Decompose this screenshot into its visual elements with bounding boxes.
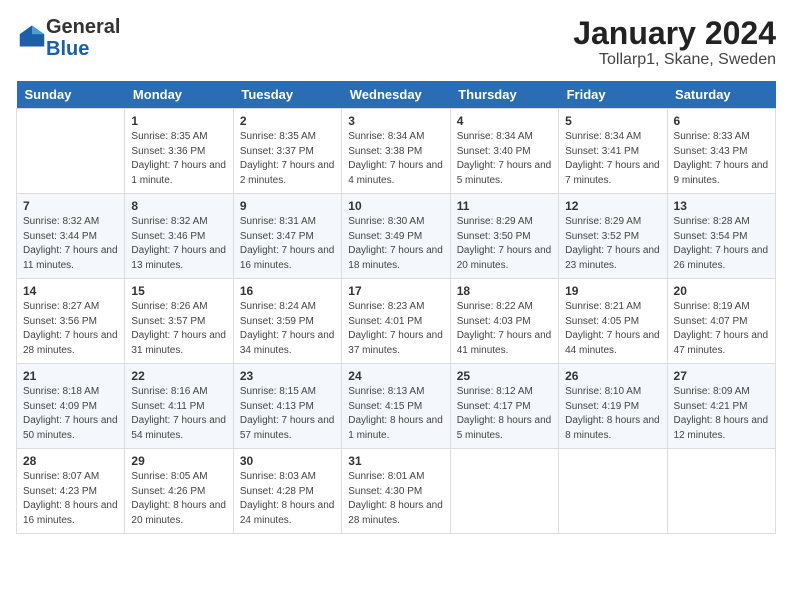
cell-week5-day6 <box>667 449 775 534</box>
cell-week1-day0 <box>17 109 125 194</box>
cell-week4-day6: 27 Sunrise: 8:09 AM Sunset: 4:21 PM Dayl… <box>667 364 775 449</box>
cell-week5-day0: 28 Sunrise: 8:07 AM Sunset: 4:23 PM Dayl… <box>17 449 125 534</box>
calendar-table: Sunday Monday Tuesday Wednesday Thursday… <box>16 81 776 534</box>
cell-week1-day3: 3 Sunrise: 8:34 AM Sunset: 3:38 PM Dayli… <box>342 109 450 194</box>
header-wednesday: Wednesday <box>342 81 450 109</box>
cell-week4-day0: 21 Sunrise: 8:18 AM Sunset: 4:09 PM Dayl… <box>17 364 125 449</box>
cell-week4-day2: 23 Sunrise: 8:15 AM Sunset: 4:13 PM Dayl… <box>233 364 341 449</box>
cell-week4-day3: 24 Sunrise: 8:13 AM Sunset: 4:15 PM Dayl… <box>342 364 450 449</box>
cell-week5-day2: 30 Sunrise: 8:03 AM Sunset: 4:28 PM Dayl… <box>233 449 341 534</box>
cell-week2-day2: 9 Sunrise: 8:31 AM Sunset: 3:47 PM Dayli… <box>233 194 341 279</box>
weekday-header-row: Sunday Monday Tuesday Wednesday Thursday… <box>17 81 776 109</box>
cell-week2-day6: 13 Sunrise: 8:28 AM Sunset: 3:54 PM Dayl… <box>667 194 775 279</box>
week-row-5: 28 Sunrise: 8:07 AM Sunset: 4:23 PM Dayl… <box>17 449 776 534</box>
cell-week2-day1: 8 Sunrise: 8:32 AM Sunset: 3:46 PM Dayli… <box>125 194 233 279</box>
cell-week4-day5: 26 Sunrise: 8:10 AM Sunset: 4:19 PM Dayl… <box>559 364 667 449</box>
cell-week1-day4: 4 Sunrise: 8:34 AM Sunset: 3:40 PM Dayli… <box>450 109 558 194</box>
calendar-title: January 2024 <box>573 16 776 51</box>
page-header: General Blue January 2024 Tollarp1, Skan… <box>16 16 776 69</box>
week-row-2: 7 Sunrise: 8:32 AM Sunset: 3:44 PM Dayli… <box>17 194 776 279</box>
logo-blue-text: Blue <box>46 38 89 60</box>
cell-week3-day3: 17 Sunrise: 8:23 AM Sunset: 4:01 PM Dayl… <box>342 279 450 364</box>
cell-week2-day3: 10 Sunrise: 8:30 AM Sunset: 3:49 PM Dayl… <box>342 194 450 279</box>
week-row-1: 1 Sunrise: 8:35 AM Sunset: 3:36 PM Dayli… <box>17 109 776 194</box>
cell-week1-day1: 1 Sunrise: 8:35 AM Sunset: 3:36 PM Dayli… <box>125 109 233 194</box>
title-block: January 2024 Tollarp1, Skane, Sweden <box>573 16 776 69</box>
cell-week1-day2: 2 Sunrise: 8:35 AM Sunset: 3:37 PM Dayli… <box>233 109 341 194</box>
logo: General Blue <box>16 16 120 60</box>
header-sunday: Sunday <box>17 81 125 109</box>
cell-week4-day1: 22 Sunrise: 8:16 AM Sunset: 4:11 PM Dayl… <box>125 364 233 449</box>
cell-week2-day4: 11 Sunrise: 8:29 AM Sunset: 3:50 PM Dayl… <box>450 194 558 279</box>
calendar-subtitle: Tollarp1, Skane, Sweden <box>573 51 776 69</box>
header-tuesday: Tuesday <box>233 81 341 109</box>
cell-week1-day5: 5 Sunrise: 8:34 AM Sunset: 3:41 PM Dayli… <box>559 109 667 194</box>
cell-week3-day6: 20 Sunrise: 8:19 AM Sunset: 4:07 PM Dayl… <box>667 279 775 364</box>
cell-week5-day3: 31 Sunrise: 8:01 AM Sunset: 4:30 PM Dayl… <box>342 449 450 534</box>
header-saturday: Saturday <box>667 81 775 109</box>
cell-week4-day4: 25 Sunrise: 8:12 AM Sunset: 4:17 PM Dayl… <box>450 364 558 449</box>
logo-general-text: General <box>46 16 120 38</box>
cell-week2-day5: 12 Sunrise: 8:29 AM Sunset: 3:52 PM Dayl… <box>559 194 667 279</box>
logo-icon <box>18 22 46 50</box>
cell-week3-day4: 18 Sunrise: 8:22 AM Sunset: 4:03 PM Dayl… <box>450 279 558 364</box>
header-monday: Monday <box>125 81 233 109</box>
week-row-3: 14 Sunrise: 8:27 AM Sunset: 3:56 PM Dayl… <box>17 279 776 364</box>
cell-week3-day1: 15 Sunrise: 8:26 AM Sunset: 3:57 PM Dayl… <box>125 279 233 364</box>
header-thursday: Thursday <box>450 81 558 109</box>
header-friday: Friday <box>559 81 667 109</box>
cell-week3-day2: 16 Sunrise: 8:24 AM Sunset: 3:59 PM Dayl… <box>233 279 341 364</box>
week-row-4: 21 Sunrise: 8:18 AM Sunset: 4:09 PM Dayl… <box>17 364 776 449</box>
cell-week3-day5: 19 Sunrise: 8:21 AM Sunset: 4:05 PM Dayl… <box>559 279 667 364</box>
cell-week5-day5 <box>559 449 667 534</box>
cell-week5-day4 <box>450 449 558 534</box>
cell-week3-day0: 14 Sunrise: 8:27 AM Sunset: 3:56 PM Dayl… <box>17 279 125 364</box>
cell-week5-day1: 29 Sunrise: 8:05 AM Sunset: 4:26 PM Dayl… <box>125 449 233 534</box>
cell-week2-day0: 7 Sunrise: 8:32 AM Sunset: 3:44 PM Dayli… <box>17 194 125 279</box>
cell-week1-day6: 6 Sunrise: 8:33 AM Sunset: 3:43 PM Dayli… <box>667 109 775 194</box>
